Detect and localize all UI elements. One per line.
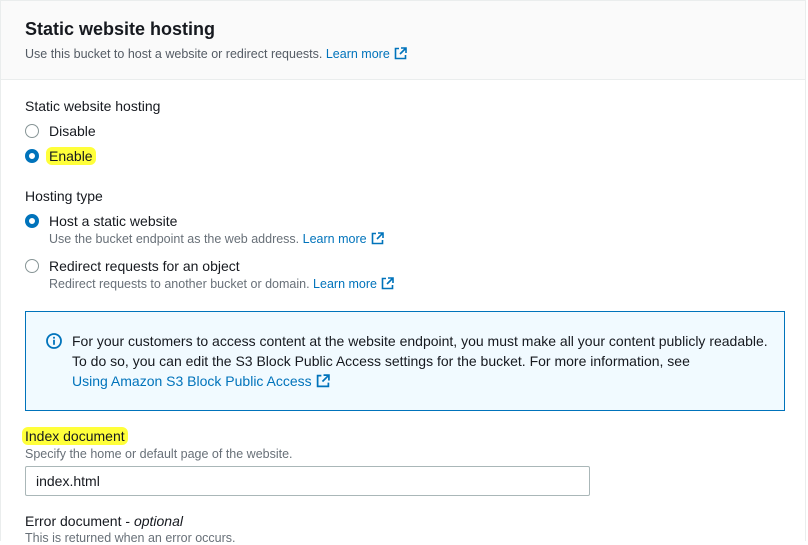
radio-disable-label[interactable]: Disable xyxy=(49,123,96,139)
radio-redirect-requests-label[interactable]: Redirect requests for an object xyxy=(49,258,240,274)
panel-description-text: Use this bucket to host a website or red… xyxy=(25,47,323,61)
panel-description: Use this bucket to host a website or red… xyxy=(25,47,407,61)
info-alert-text: For your customers to access content at … xyxy=(72,333,768,389)
error-document-label: Error document - optional xyxy=(25,513,183,529)
highlight-mark: Index document xyxy=(22,427,128,445)
learn-more-link[interactable]: Learn more xyxy=(313,277,394,291)
radio-enable[interactable] xyxy=(25,149,39,163)
radio-host-static-website-label[interactable]: Host a static website xyxy=(49,213,177,229)
hosting-label: Static website hosting xyxy=(25,98,161,114)
block-public-access-link[interactable]: Using Amazon S3 Block Public Access xyxy=(72,373,330,389)
learn-more-link[interactable]: Learn more xyxy=(326,47,407,61)
learn-more-link[interactable]: Learn more xyxy=(303,232,384,246)
error-document-description: This is returned when an error occurs. xyxy=(25,531,236,545)
hosting-type-label: Hosting type xyxy=(25,188,103,204)
index-document-input[interactable]: index.html xyxy=(25,466,590,496)
index-document-label: Index document xyxy=(22,427,128,445)
info-alert: For your customers to access content at … xyxy=(25,311,785,411)
radio-redirect-requests[interactable] xyxy=(25,259,39,273)
static-website-hosting-panel: Static website hosting Use this bucket t… xyxy=(0,0,806,545)
info-icon xyxy=(46,333,62,349)
external-link-icon xyxy=(381,277,394,290)
optional-tag: optional xyxy=(133,513,183,529)
radio-host-static-website[interactable] xyxy=(25,214,39,228)
external-link-icon xyxy=(371,232,384,245)
panel-header: Static website hosting Use this bucket t… xyxy=(1,0,805,80)
radio-disable[interactable] xyxy=(25,124,39,138)
radio-enable-label[interactable]: Enable xyxy=(46,147,96,165)
panel-title: Static website hosting xyxy=(25,19,216,39)
host-static-website-description: Use the bucket endpoint as the web addre… xyxy=(49,232,384,246)
external-link-icon xyxy=(394,47,407,60)
redirect-requests-description: Redirect requests to another bucket or d… xyxy=(49,277,394,291)
external-link-icon xyxy=(316,374,330,388)
index-document-description: Specify the home or default page of the … xyxy=(25,447,293,461)
highlight-mark: Enable xyxy=(46,147,96,165)
